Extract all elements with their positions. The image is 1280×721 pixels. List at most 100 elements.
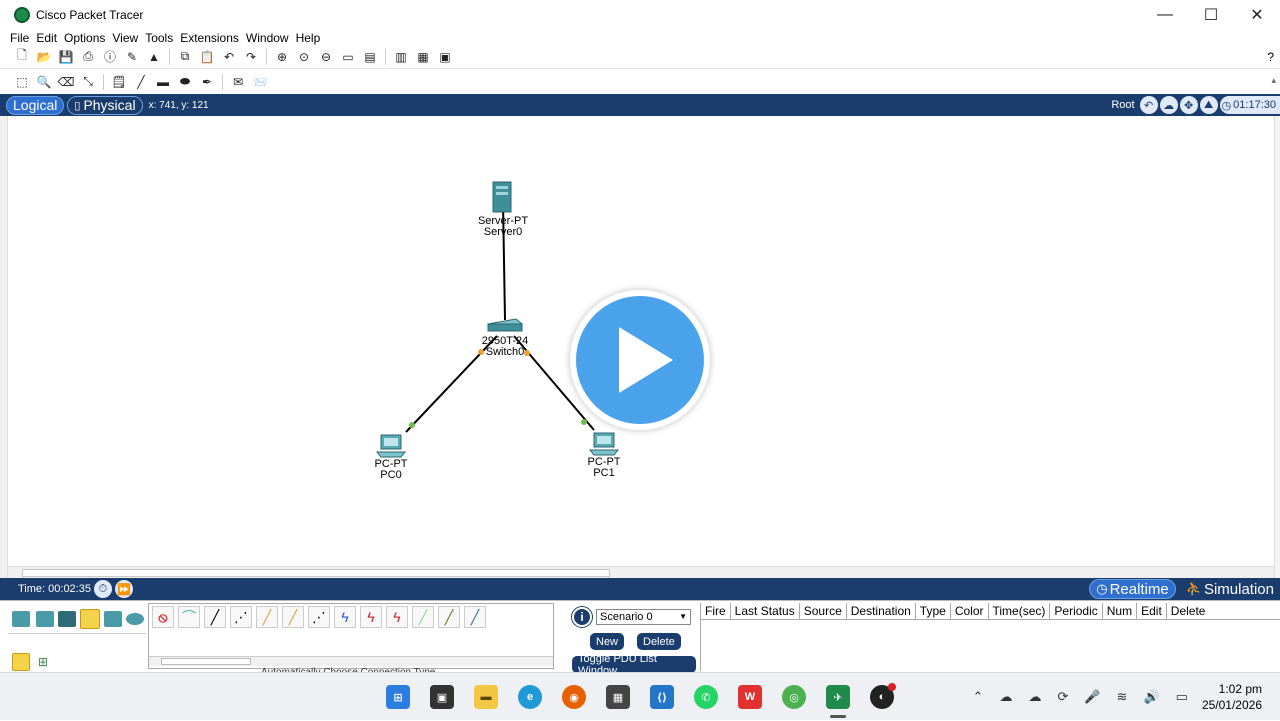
cluster-view-icon[interactable]: ☁ [1159,96,1178,114]
col-edit[interactable]: Edit [1137,603,1167,619]
menu-options[interactable]: Options [64,31,105,45]
vscode-icon[interactable]: ⟨⟩ [650,685,674,709]
open-folder-icon[interactable]: 📂 [37,50,52,64]
calendar-app-icon[interactable]: ▦ [606,685,630,709]
no-connection-icon[interactable]: ⦸ [152,606,174,628]
menu-help[interactable]: Help [296,31,321,45]
menu-extensions[interactable]: Extensions [180,31,239,45]
server-label[interactable]: Server-PT Server0 [463,216,543,238]
menu-edit[interactable]: Edit [36,31,57,45]
network-devices-icon[interactable] [12,611,30,627]
drawing-palette-icon[interactable]: ▭ [341,50,355,64]
straight-through-cable-icon[interactable]: ╱ [204,606,226,628]
zoom-out-icon[interactable]: ⊖ [319,50,333,64]
crossover-cable-icon[interactable]: ⋰ [230,606,252,628]
packet-tracer-taskbar-icon[interactable]: ✈ [826,685,850,709]
viewport-icon[interactable]: ▥ [394,50,408,64]
zoom-reset-icon[interactable]: ⊙ [297,50,311,64]
wireless-cable-icon[interactable]: ╱ [464,606,486,628]
copy-icon[interactable]: ⧉ [178,49,192,64]
wps-office-icon[interactable]: W [738,685,762,709]
connection-panel-scrollbar[interactable] [149,656,553,666]
new-scenario-button[interactable]: New [590,633,625,650]
redo-icon[interactable]: ↷ [244,50,258,64]
cluster-icon[interactable]: ▦ [416,50,430,64]
draw-line-icon[interactable]: ╱ [134,75,148,89]
task-view-icon[interactable]: ▣ [430,685,454,709]
draw-ellipse-icon[interactable]: ⬬ [178,74,192,89]
canvas-horizontal-scrollbar[interactable] [8,566,1274,578]
maximize-button[interactable]: ☐ [1188,0,1234,30]
octal-cable-icon[interactable]: ϟ [386,606,408,628]
menu-tools[interactable]: Tools [145,31,173,45]
collapse-arrow-icon[interactable]: ▴ [1271,75,1276,86]
col-last-status[interactable]: Last Status [731,603,800,619]
switch-icon[interactable] [486,318,524,332]
pc1-label[interactable]: PC-PT PC1 [564,457,644,479]
print-icon[interactable]: ⎙ [81,49,95,64]
canvas-vertical-scrollbar[interactable] [1274,116,1280,578]
file-explorer-icon[interactable]: ▬ [474,685,498,709]
wifi-icon[interactable]: ≋ [1117,689,1128,705]
connections-subtype-icon[interactable] [12,653,30,671]
freeform-icon[interactable]: ✒ [200,75,214,89]
move-object-icon[interactable]: ✥ [1179,96,1198,114]
tab-physical[interactable]: ▯ Physical [67,95,143,115]
delete-scenario-button[interactable]: Delete [637,633,681,650]
serial-dte-cable-icon[interactable]: ϟ [360,606,382,628]
draw-rectangle-icon[interactable]: ▬ [156,75,170,89]
onedrive-icon[interactable]: ☁ [1028,689,1041,705]
activity-wizard-icon[interactable]: ✎ [125,50,139,64]
iot-cable-icon[interactable]: ╱ [412,606,434,628]
custom-device-icon[interactable]: ▤ [363,50,377,64]
microphone-icon[interactable]: 🎤 [1084,689,1100,705]
toggle-pdu-list-button[interactable]: Toggle PDU List Window [572,653,696,677]
pc0-icon[interactable] [375,434,407,458]
coaxial-cable-icon[interactable]: ϟ [334,606,356,628]
scrollbar-thumb[interactable] [22,569,610,577]
usb-cable-icon[interactable]: ╱ [438,606,460,628]
fiber-cable-icon[interactable]: ╱ [282,606,304,628]
miscellaneous-icon[interactable] [104,611,122,627]
fast-forward-icon[interactable]: ⏩ [114,580,133,598]
inspect-icon[interactable]: 🔍 [37,75,52,89]
network-info-icon[interactable]: ▲ [147,50,161,64]
scenario-dropdown[interactable]: Scenario 0 ▼ [596,609,691,625]
paste-icon[interactable]: 📋 [200,50,215,64]
server-icon[interactable] [492,181,512,213]
col-time[interactable]: Time(sec) [989,603,1051,619]
tab-logical[interactable]: Logical [6,95,65,115]
save-icon[interactable]: 💾 [59,50,74,64]
whatsapp-icon[interactable]: ✆ [694,685,718,709]
realtime-mode-button[interactable]: ◷ Realtime [1089,579,1176,599]
menu-file[interactable]: File [10,31,29,45]
cloud-sync-icon[interactable]: ☁ [999,689,1012,705]
recorder-icon[interactable]: ⟳ [1057,689,1068,705]
connection-scroll-thumb[interactable] [161,658,251,665]
video-play-button[interactable] [570,290,710,430]
set-background-icon[interactable]: ⛰ [1199,96,1218,114]
col-fire[interactable]: Fire [701,603,731,619]
col-color[interactable]: Color [951,603,989,619]
delete-icon[interactable]: ⌫ [58,75,75,89]
pc1-icon[interactable] [588,432,620,456]
menu-view[interactable]: View [112,31,138,45]
image-icon[interactable]: ▣ [438,50,452,64]
connections-category-icon[interactable] [80,609,100,629]
serial-dce-cable-icon[interactable]: ╱ [256,606,278,628]
components-icon[interactable] [58,611,76,627]
phone-cable-icon[interactable]: ⋰ [308,606,330,628]
speaker-icon[interactable]: 🔊 [1143,689,1159,705]
battery-icon[interactable]: ▭ [1176,689,1188,705]
info-icon[interactable]: ⓘ [103,50,117,64]
col-source[interactable]: Source [800,603,847,619]
end-devices-icon[interactable] [36,611,54,627]
add-simple-pdu-icon[interactable]: ✉ [231,75,245,89]
back-icon[interactable]: ↶ [1139,96,1158,114]
col-delete[interactable]: Delete [1167,603,1210,619]
col-periodic[interactable]: Periodic [1050,603,1103,619]
menu-window[interactable]: Window [246,31,289,45]
scenario-info-icon[interactable]: i [572,607,592,627]
firefox-icon[interactable]: ◉ [562,685,586,709]
select-icon[interactable]: ⬚ [15,75,29,89]
